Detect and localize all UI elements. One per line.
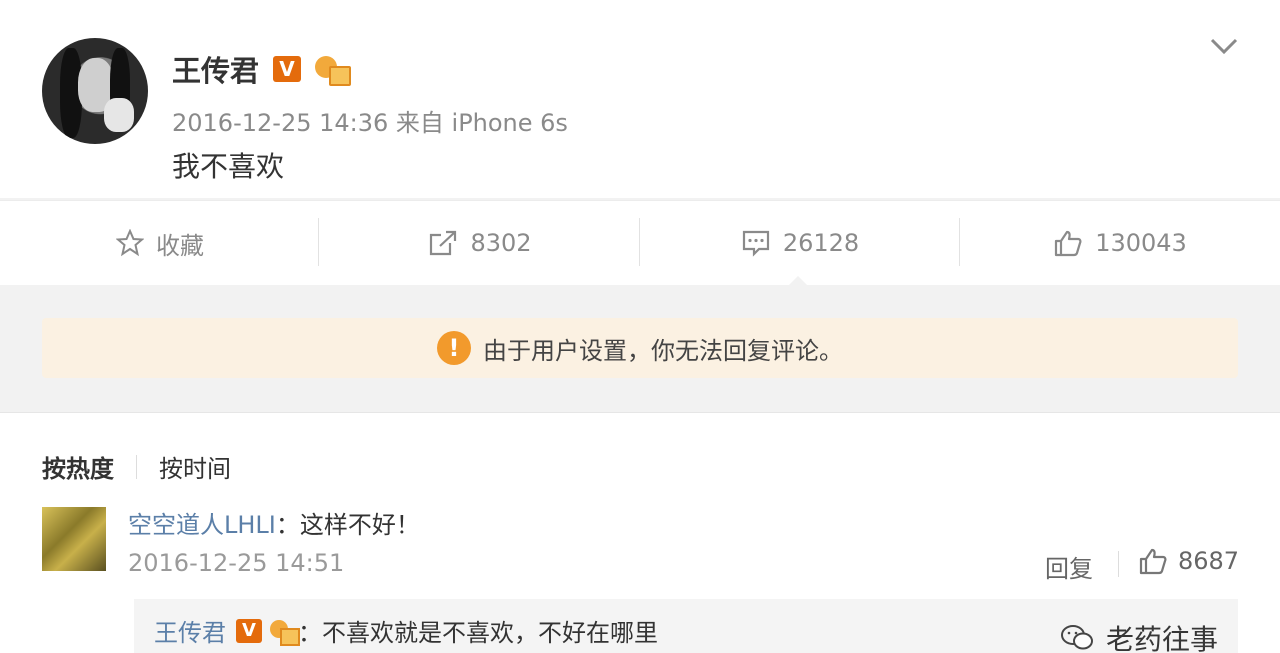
vip-icon [313, 54, 352, 86]
comment-text: ：这样不好！ [275, 511, 420, 539]
verified-badge: V [236, 618, 262, 643]
share-icon [430, 230, 457, 256]
thumbs-up-icon [1139, 548, 1167, 575]
reply-button[interactable]: 回复 [1045, 549, 1093, 584]
watermark: 老药往事 [1060, 618, 1218, 653]
comment-count: 26128 [782, 229, 860, 257]
comment-line: 空空道人LHLI：这样不好！ [128, 505, 420, 540]
post-card: 王传君 V 2016-12-25 14:36 来自 iPhone 6s 我不喜欢 [0, 0, 1280, 198]
sub-reply-text: ：不喜欢就是不喜欢，不好在哪里 [298, 619, 658, 647]
comment-timestamp: 2016-12-25 14:51 [128, 549, 345, 577]
like-count: 130043 [1095, 229, 1187, 257]
author-avatar[interactable] [42, 38, 148, 144]
favorite-label: 收藏 [156, 231, 204, 260]
comments-section: 按热度 按时间 空空道人LHLI：这样不好！ 2016-12-25 14:51 … [0, 412, 1280, 653]
notice-text: 由于用户设置，你无法回复评论。 [483, 336, 843, 365]
active-tab-pointer [788, 276, 808, 286]
comment-like-count: 8687 [1178, 547, 1240, 575]
thumbs-up-icon [1055, 230, 1082, 257]
comment-icon [742, 230, 769, 257]
comment-like-button[interactable]: 8687 [1138, 547, 1239, 575]
divider [136, 454, 137, 479]
commenter-avatar[interactable] [42, 507, 106, 571]
vip-icon [268, 618, 300, 646]
divider [1118, 551, 1119, 577]
repost-count: 8302 [470, 229, 532, 257]
post-text: 我不喜欢 [172, 150, 285, 183]
sub-reply-author[interactable]: 王传君 [154, 613, 226, 648]
author-row: 王传君 V [172, 48, 352, 90]
repost-button[interactable]: 8302 [320, 218, 640, 268]
wechat-icon [1061, 625, 1093, 650]
sort-tabs: 按热度 按时间 [42, 449, 231, 484]
commenter-name[interactable]: 空空道人LHLI [128, 511, 276, 539]
author-name[interactable]: 王传君 [172, 48, 259, 90]
sub-reply-line: 王传君 V ：不喜欢就是不喜欢，不好在哪里 [154, 613, 658, 648]
watermark-text: 老药往事 [1106, 623, 1219, 653]
sort-by-hot[interactable]: 按热度 [42, 449, 114, 484]
reply-disabled-notice: ! 由于用户设置，你无法回复评论。 [42, 318, 1238, 378]
chevron-down-icon[interactable] [1210, 36, 1238, 56]
favorite-button[interactable]: 收藏 [0, 218, 320, 268]
sort-by-time[interactable]: 按时间 [159, 449, 231, 484]
like-button[interactable]: 130043 [960, 218, 1280, 268]
verified-badge: V [273, 56, 302, 82]
weibo-post-page: 王传君 V 2016-12-25 14:36 来自 iPhone 6s 我不喜欢… [0, 0, 1280, 653]
post-timestamp: 2016-12-25 14:36 来自 iPhone 6s [172, 109, 568, 137]
divider [318, 218, 319, 266]
star-icon [116, 229, 144, 257]
comment-button[interactable]: 26128 [640, 218, 960, 268]
warning-icon: ! [437, 331, 471, 365]
